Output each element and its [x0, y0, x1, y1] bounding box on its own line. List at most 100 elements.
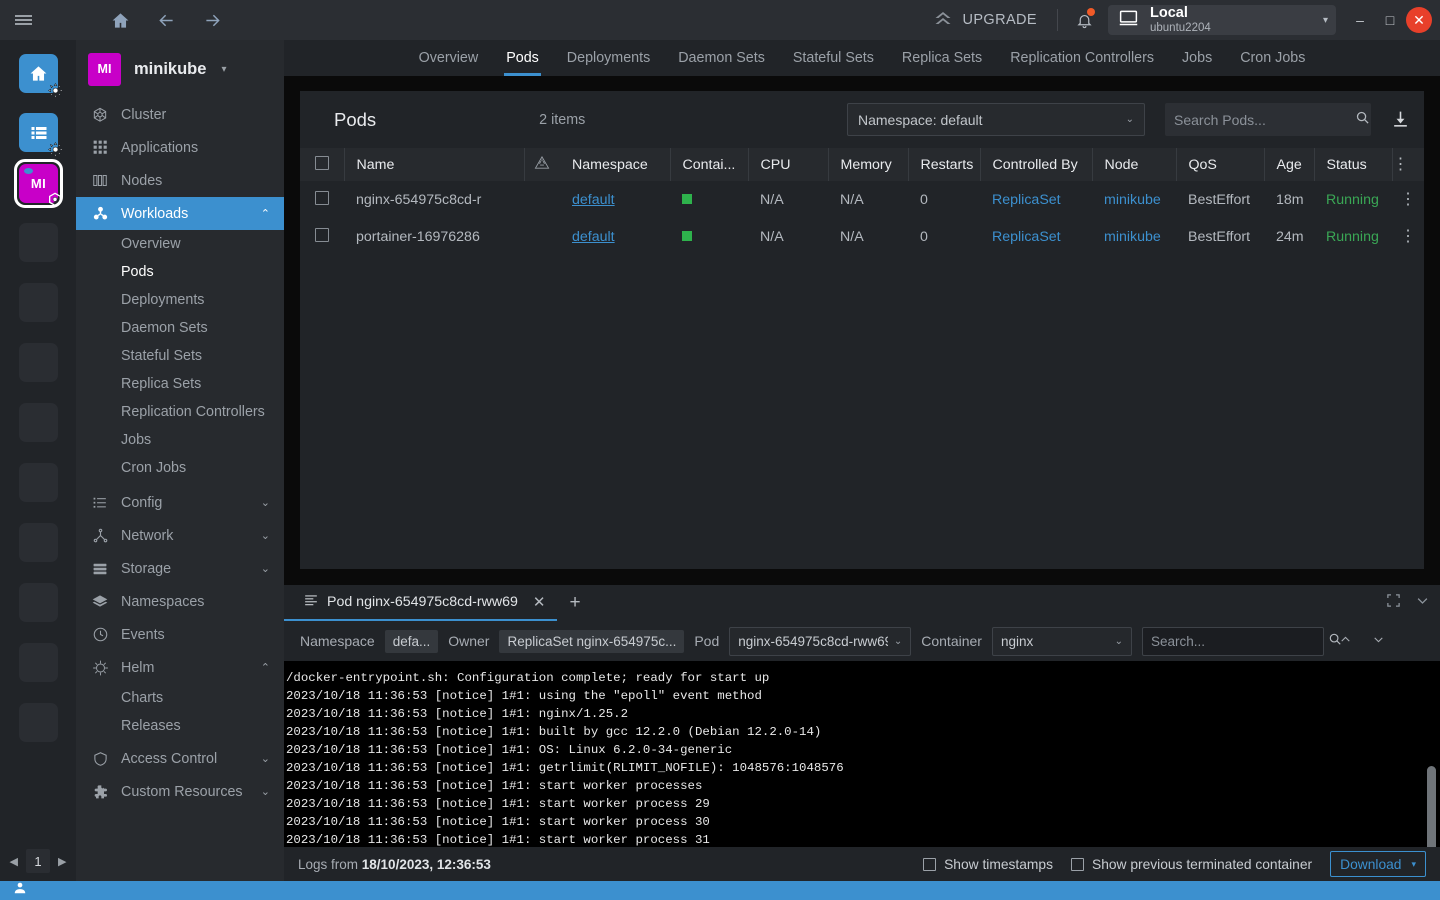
tab-stateful-sets[interactable]: Stateful Sets	[779, 40, 888, 76]
pod-select[interactable]: nginx-654975c8cd-rww69 ⌄	[729, 626, 912, 656]
cell-namespace[interactable]: default	[560, 218, 670, 255]
rail-tile-placeholder-3[interactable]	[19, 343, 58, 382]
maximize-button[interactable]: □	[1376, 6, 1404, 34]
sidebar-subitem-deployments[interactable]: Deployments	[76, 286, 284, 314]
sidebar-subitem-daemon-sets[interactable]: Daemon Sets	[76, 314, 284, 342]
row-kebab-menu-icon[interactable]: ⋮	[1392, 218, 1424, 255]
select-all-checkbox[interactable]	[314, 155, 329, 170]
sidebar-item-network[interactable]: Network ⌄	[76, 519, 284, 552]
sidebar-subitem-replication-controllers[interactable]: Replication Controllers	[76, 398, 284, 426]
search-icon[interactable]	[1355, 110, 1370, 130]
chevron-down-icon[interactable]: ▾	[1411, 859, 1416, 870]
chevron-down-icon[interactable]: ⌄	[261, 562, 270, 575]
home-icon[interactable]	[104, 4, 136, 36]
sidebar-subitem-stateful-sets[interactable]: Stateful Sets	[76, 342, 284, 370]
sidebar-subitem-charts[interactable]: Charts	[76, 684, 284, 712]
rail-tile-list[interactable]	[19, 113, 63, 157]
show-previous-container-checkbox[interactable]	[1071, 857, 1084, 871]
column-cpu[interactable]: CPU	[748, 148, 829, 181]
show-timestamps-toggle[interactable]: Show timestamps	[923, 857, 1053, 872]
fullscreen-icon[interactable]	[1386, 593, 1401, 613]
rail-tile-placeholder-4[interactable]	[19, 403, 58, 442]
chevron-down-icon[interactable]: ⌄	[261, 752, 270, 765]
chevron-up-icon[interactable]: ⌃	[261, 661, 270, 674]
namespace-filter-select[interactable]: Namespace: default ⌄	[847, 103, 1145, 136]
tab-pods[interactable]: Pods	[492, 40, 553, 76]
rail-page-number[interactable]: 1	[26, 849, 50, 873]
download-icon[interactable]	[1391, 110, 1410, 129]
column-namespace[interactable]: Namespace	[560, 148, 671, 181]
row-kebab-menu-icon[interactable]: ⋮	[1392, 181, 1424, 218]
sidebar-subitem-jobs[interactable]: Jobs	[76, 426, 284, 454]
sidebar-item-config[interactable]: Config ⌄	[76, 486, 284, 519]
user-icon[interactable]	[13, 881, 27, 900]
search-pods-input[interactable]	[1174, 111, 1355, 128]
column-node[interactable]: Node	[1092, 148, 1177, 181]
bell-icon[interactable]	[1064, 0, 1104, 40]
add-tab-button[interactable]: +	[557, 592, 592, 614]
rail-tile-placeholder-9[interactable]	[19, 703, 58, 742]
rail-tile-placeholder-8[interactable]	[19, 643, 58, 682]
chevron-down-icon[interactable]: ⌄	[261, 496, 270, 509]
column-age[interactable]: Age	[1264, 148, 1315, 181]
collapse-panel-icon[interactable]	[1415, 593, 1430, 613]
tab-overview[interactable]: Overview	[405, 40, 493, 76]
table-row[interactable]: portainer-16976286 default N/A N/A 0 Rep…	[300, 218, 1424, 255]
sidebar-item-cluster[interactable]: Cluster	[76, 98, 284, 131]
upgrade-button[interactable]: UPGRADE	[919, 0, 1051, 40]
tab-cron-jobs[interactable]: Cron Jobs	[1226, 40, 1319, 76]
sidebar-item-access-control[interactable]: Access Control ⌄	[76, 742, 284, 775]
show-timestamps-checkbox[interactable]	[923, 857, 937, 871]
row-checkbox[interactable]	[315, 227, 329, 242]
hamburger-icon[interactable]	[0, 0, 46, 40]
rail-tile-minikube[interactable]: MI	[19, 164, 61, 207]
tab-jobs[interactable]: Jobs	[1168, 40, 1226, 76]
row-select-cell[interactable]	[300, 218, 344, 255]
column-restarts[interactable]: Restarts	[908, 148, 981, 181]
close-button[interactable]: ✕	[1406, 7, 1432, 33]
rail-page-prev[interactable]: ◀	[10, 855, 18, 868]
chevron-down-icon[interactable]: ▾	[1323, 15, 1328, 26]
sidebar-subitem-replica-sets[interactable]: Replica Sets	[76, 370, 284, 398]
close-icon[interactable]: ✕	[533, 593, 546, 611]
chevron-up-icon[interactable]: ⌃	[261, 207, 270, 220]
column-name[interactable]: Name	[344, 148, 525, 181]
sidebar-subitem-overview[interactable]: Overview	[76, 230, 284, 258]
cluster-selector[interactable]: MI minikube ▾	[76, 40, 284, 98]
arrow-left-icon[interactable]	[150, 4, 182, 36]
column-status[interactable]: Status	[1314, 148, 1393, 181]
sidebar-item-nodes[interactable]: Nodes	[76, 164, 284, 197]
cell-node[interactable]: minikube	[1092, 181, 1176, 218]
search-next-button[interactable]	[1367, 633, 1390, 649]
arrow-right-icon[interactable]	[196, 4, 228, 36]
rail-tile-placeholder-6[interactable]	[19, 523, 58, 562]
chevron-down-icon[interactable]: ▾	[221, 64, 226, 75]
sidebar-item-namespaces[interactable]: Namespaces	[76, 585, 284, 618]
logs-search-input[interactable]	[1150, 633, 1328, 649]
logs-tab[interactable]: Pod nginx-654975c8cd-rww69 ✕	[284, 585, 558, 621]
row-select-cell[interactable]	[300, 181, 344, 218]
rail-tile-placeholder-2[interactable]	[19, 283, 58, 322]
cell-node[interactable]: minikube	[1092, 218, 1176, 255]
rail-tile-placeholder-7[interactable]	[19, 583, 58, 622]
search-pods-box[interactable]	[1165, 103, 1371, 136]
sidebar-item-events[interactable]: Events	[76, 618, 284, 651]
tab-replica-sets[interactable]: Replica Sets	[888, 40, 996, 76]
logs-output[interactable]: /docker-entrypoint.sh: Configuration com…	[284, 661, 1440, 847]
sidebar-item-custom-resources[interactable]: Custom Resources ⌄	[76, 775, 284, 808]
logs-scrollbar[interactable]	[1427, 766, 1436, 847]
environment-selector[interactable]: Local ubuntu2204 ▾	[1108, 5, 1336, 35]
rail-tile-placeholder-5[interactable]	[19, 463, 58, 502]
download-logs-button[interactable]: Download ▾	[1330, 851, 1426, 877]
chevron-down-icon[interactable]: ⌄	[261, 785, 270, 798]
select-all-header[interactable]	[300, 148, 345, 181]
rail-tile-home[interactable]	[19, 54, 63, 98]
logs-search-box[interactable]	[1141, 626, 1341, 656]
sidebar-subitem-releases[interactable]: Releases	[76, 712, 284, 740]
cell-controlled-by[interactable]: ReplicaSet	[980, 218, 1092, 255]
search-prev-button[interactable]	[1334, 633, 1357, 649]
column-controlled-by[interactable]: Controlled By	[980, 148, 1093, 181]
show-previous-container-toggle[interactable]: Show previous terminated container	[1071, 857, 1312, 872]
container-select[interactable]: nginx ⌄	[991, 626, 1132, 656]
rail-page-next[interactable]: ▶	[58, 855, 66, 868]
